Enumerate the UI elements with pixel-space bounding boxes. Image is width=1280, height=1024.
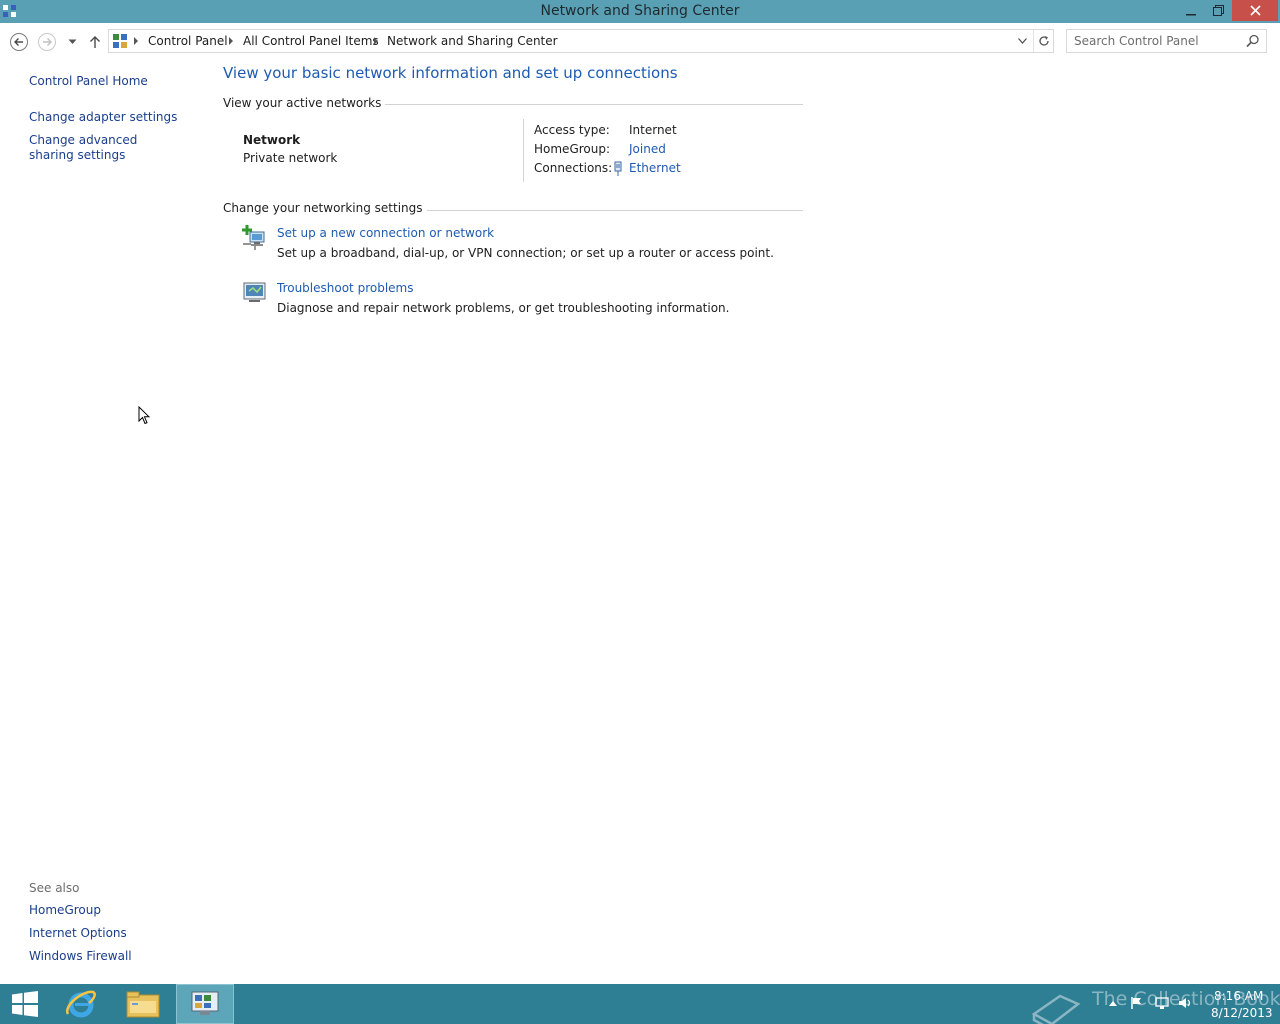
address-history-button[interactable]	[1013, 31, 1031, 51]
breadcrumb-all-items[interactable]: All Control Panel Items	[243, 34, 379, 48]
mouse-cursor-icon	[138, 406, 150, 425]
change-adapter-settings-link[interactable]: Change adapter settings	[29, 110, 177, 124]
refresh-button[interactable]	[1033, 30, 1054, 52]
folder-icon	[126, 991, 160, 1018]
restore-button[interactable]	[1205, 0, 1231, 21]
title-bar: Network and Sharing Center	[0, 0, 1280, 23]
navigation-bar: Control Panel All Control Panel Items Ne…	[0, 23, 1280, 59]
forward-button[interactable]	[37, 32, 57, 52]
start-button[interactable]	[0, 984, 50, 1024]
internet-explorer-button[interactable]	[56, 984, 106, 1024]
chevron-down-icon	[68, 39, 76, 44]
close-icon	[1249, 5, 1261, 16]
up-arrow-icon	[90, 36, 100, 48]
windows-logo-icon	[12, 991, 38, 1017]
breadcrumb-separator-icon[interactable]	[134, 37, 138, 45]
network-name: Network	[243, 133, 301, 147]
control-panel-icon	[191, 991, 219, 1015]
clock-time[interactable]: 8:16 AM	[1214, 989, 1263, 1003]
show-hidden-icons-icon[interactable]	[1106, 996, 1120, 1010]
setup-new-connection-description: Set up a broadband, dial-up, or VPN conn…	[277, 246, 774, 260]
change-advanced-sharing-link[interactable]: Change advanced sharing settings	[29, 133, 179, 163]
internet-explorer-icon	[66, 990, 96, 1018]
ethernet-connection-link[interactable]: Ethernet	[629, 161, 681, 175]
clock-date[interactable]: 8/12/2013	[1211, 1006, 1273, 1020]
breadcrumb-control-panel[interactable]: Control Panel	[148, 34, 228, 48]
refresh-icon	[1039, 36, 1049, 46]
network-status-icon[interactable]	[1155, 996, 1169, 1010]
ethernet-icon[interactable]	[612, 161, 624, 177]
control-panel-icon	[113, 34, 127, 48]
up-button[interactable]	[86, 32, 104, 52]
troubleshoot-problems-link[interactable]: Troubleshoot problems	[277, 281, 413, 295]
page-title: View your basic network information and …	[223, 64, 678, 82]
recent-locations-button[interactable]	[66, 35, 78, 49]
minimize-icon	[1186, 13, 1196, 15]
homegroup-joined-link[interactable]: Joined	[629, 142, 666, 156]
window-title: Network and Sharing Center	[540, 3, 740, 19]
network-category: Private network	[243, 151, 338, 165]
back-button[interactable]	[9, 32, 29, 52]
new-connection-icon[interactable]	[241, 224, 268, 251]
search-box[interactable]	[1066, 29, 1267, 53]
control-panel-home-link[interactable]: Control Panel Home	[29, 74, 148, 88]
restore-icon	[1212, 5, 1224, 16]
breadcrumb-separator-icon[interactable]	[374, 37, 378, 45]
close-button[interactable]	[1232, 0, 1278, 21]
file-explorer-button[interactable]	[117, 984, 169, 1024]
troubleshoot-icon[interactable]	[241, 279, 268, 306]
chevron-down-icon	[1017, 38, 1027, 44]
access-type-value: Internet	[629, 123, 677, 137]
address-bar[interactable]: Control Panel All Control Panel Items Ne…	[108, 29, 1054, 53]
action-center-flag-icon[interactable]	[1130, 996, 1144, 1010]
forward-arrow-icon	[38, 33, 56, 51]
network-divider	[523, 119, 524, 182]
active-networks-heading: View your active networks	[223, 96, 386, 110]
search-input[interactable]	[1074, 33, 1239, 49]
breadcrumb-separator-icon[interactable]	[229, 37, 233, 45]
minimize-button[interactable]	[1178, 0, 1204, 21]
change-settings-heading: Change your networking settings	[223, 201, 427, 215]
back-arrow-icon	[10, 33, 28, 51]
access-type-label: Access type:	[534, 123, 610, 137]
setup-new-connection-link[interactable]: Set up a new connection or network	[277, 226, 494, 240]
taskbar: The Collection Book 8:16 AM 8/12/2013	[0, 984, 1280, 1024]
troubleshoot-problems-description: Diagnose and repair network problems, or…	[277, 301, 730, 315]
search-icon[interactable]	[1246, 34, 1260, 48]
control-panel-taskbar-button[interactable]	[176, 984, 234, 1024]
breadcrumb-network-sharing[interactable]: Network and Sharing Center	[387, 34, 558, 48]
see-also-windows-firewall-link[interactable]: Windows Firewall	[29, 949, 132, 963]
see-also-homegroup-link[interactable]: HomeGroup	[29, 903, 101, 917]
homegroup-label: HomeGroup:	[534, 142, 611, 156]
see-also-heading: See also	[29, 881, 80, 895]
connections-label: Connections:	[534, 161, 613, 175]
volume-icon[interactable]	[1178, 996, 1192, 1010]
book-logo-icon	[1031, 994, 1081, 1024]
see-also-internet-options-link[interactable]: Internet Options	[29, 926, 127, 940]
